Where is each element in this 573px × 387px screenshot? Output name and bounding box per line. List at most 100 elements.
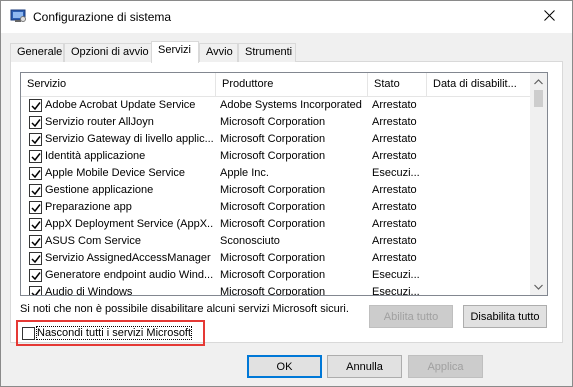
table-row[interactable]: Preparazione app Microsoft Corporation Arr…: [21, 199, 530, 216]
checkmark-icon: [31, 238, 41, 247]
checkmark-icon: [31, 136, 41, 145]
chevron-up-icon: [534, 76, 543, 88]
service-name: AppX Deployment Service (AppX...: [45, 218, 213, 230]
column-header-stato[interactable]: Stato: [368, 73, 427, 97]
table-row[interactable]: ASUS Com Service Sconosciuto Arrestato: [21, 233, 530, 250]
scroll-up-button[interactable]: [530, 73, 547, 90]
service-checkbox[interactable]: [29, 184, 42, 197]
service-name: Identità applicazione: [45, 150, 146, 162]
service-checkbox[interactable]: [29, 252, 42, 265]
service-status: Arrestato: [372, 252, 417, 264]
checkmark-icon: [31, 221, 41, 230]
microsoft-services-note: Si noti che non è possibile disabilitare…: [20, 303, 349, 315]
table-row[interactable]: Audio di Windows Microsoft Corporation Ese…: [21, 284, 530, 296]
service-vendor: Microsoft Corporation: [220, 269, 326, 281]
service-checkbox[interactable]: [29, 201, 42, 214]
tab-label: Avvio: [206, 46, 233, 58]
checkmark-icon: [31, 255, 41, 264]
service-checkbox[interactable]: [29, 99, 42, 112]
service-name: Adobe Acrobat Update Service: [45, 99, 196, 111]
table-row[interactable]: AppX Deployment Service (AppX... Microsof…: [21, 216, 530, 233]
hide-microsoft-services-label: Nascondi tutti i servizi Microsoft: [35, 326, 193, 340]
table-row[interactable]: Apple Mobile Device Service Apple Inc. Ese…: [21, 165, 530, 182]
service-status: Esecuzi...: [372, 286, 420, 296]
title-bar: Configurazione di sistema: [1, 1, 572, 33]
msconfig-app-icon: [10, 9, 26, 23]
tab-avvio[interactable]: Avvio: [199, 43, 238, 62]
service-vendor: Microsoft Corporation: [220, 252, 326, 264]
list-header: Servizio Produttore Stato Data di disabi…: [21, 73, 530, 97]
tab-opzioni-di-avvio[interactable]: Opzioni di avvio: [64, 43, 153, 62]
tab-servizi[interactable]: Servizi: [151, 41, 199, 63]
service-name: Gestione applicazione: [45, 184, 154, 196]
checkmark-icon: [31, 119, 41, 128]
tab-generale[interactable]: Generale: [10, 43, 64, 62]
column-header-label: Produttore: [222, 78, 274, 90]
table-row[interactable]: Identità applicazione Microsoft Corporati…: [21, 148, 530, 165]
checkmark-icon: [31, 187, 41, 196]
table-row[interactable]: Adobe Acrobat Update Service Adobe System…: [21, 97, 530, 114]
service-status: Esecuzi...: [372, 167, 420, 179]
checkmark-icon: [31, 289, 41, 295]
chevron-down-icon: [534, 281, 543, 293]
table-row[interactable]: Servizio router AllJoyn Microsoft Corpora…: [21, 114, 530, 131]
service-status: Arrestato: [372, 150, 417, 162]
vertical-scrollbar[interactable]: [530, 73, 547, 295]
service-vendor: Microsoft Corporation: [220, 201, 326, 213]
disable-all-button[interactable]: Disabilita tutto: [463, 305, 547, 328]
service-vendor: Microsoft Corporation: [220, 218, 326, 230]
column-header-produttore[interactable]: Produttore: [216, 73, 368, 97]
service-checkbox[interactable]: [29, 116, 42, 129]
scroll-down-button[interactable]: [530, 278, 547, 295]
ok-label: OK: [276, 360, 293, 373]
apply-button[interactable]: Applica: [408, 355, 483, 378]
service-status: Arrestato: [372, 218, 417, 230]
service-status: Arrestato: [372, 133, 417, 145]
services-list[interactable]: Servizio Produttore Stato Data di disabi…: [20, 72, 548, 296]
checkmark-icon: [31, 153, 41, 162]
column-header-servizio[interactable]: Servizio: [21, 73, 216, 97]
service-checkbox[interactable]: [29, 167, 42, 180]
apply-label: Applica: [427, 360, 464, 373]
enable-all-label: Abilita tutto: [383, 310, 439, 323]
table-row[interactable]: Generatore endpoint audio Wind... Microso…: [21, 267, 530, 284]
service-vendor: Microsoft Corporation: [220, 150, 326, 162]
column-header-data-disabilitazione[interactable]: Data di disabilit...: [427, 73, 530, 97]
service-name: ASUS Com Service: [45, 235, 141, 247]
checkmark-icon: [31, 204, 41, 213]
close-icon: [543, 9, 555, 24]
table-row[interactable]: Servizio AssignedAccessManager Microsoft …: [21, 250, 530, 267]
scrollbar-thumb[interactable]: [534, 90, 543, 107]
tab-strumenti[interactable]: Strumenti: [238, 43, 296, 62]
hide-microsoft-services-checkbox[interactable]: Nascondi tutti i servizi Microsoft: [16, 320, 205, 346]
service-vendor: Microsoft Corporation: [220, 184, 326, 196]
service-vendor: Adobe Systems Incorporated: [220, 99, 362, 111]
disable-all-label: Disabilita tutto: [470, 310, 540, 323]
service-vendor: Microsoft Corporation: [220, 133, 326, 145]
service-checkbox[interactable]: [29, 269, 42, 282]
service-name: Preparazione app: [45, 201, 132, 213]
service-status: Arrestato: [372, 116, 417, 128]
service-name: Apple Mobile Device Service: [45, 167, 186, 179]
service-checkbox[interactable]: [29, 133, 42, 146]
checkmark-icon: [31, 170, 41, 179]
ok-button[interactable]: OK: [247, 355, 322, 378]
enable-all-button[interactable]: Abilita tutto: [369, 305, 453, 328]
cancel-button[interactable]: Annulla: [327, 355, 402, 378]
table-row[interactable]: Gestione applicazione Microsoft Corporati…: [21, 182, 530, 199]
service-checkbox[interactable]: [29, 235, 42, 248]
service-checkbox[interactable]: [29, 286, 42, 295]
tab-label: Servizi: [158, 44, 192, 56]
service-checkbox[interactable]: [29, 218, 42, 231]
tab-label: Strumenti: [245, 46, 293, 58]
service-name: Generatore endpoint audio Wind...: [45, 269, 213, 281]
service-name: Servizio Gateway di livello applic...: [45, 133, 213, 145]
close-button[interactable]: [526, 1, 572, 32]
service-status: Arrestato: [372, 235, 417, 247]
window-title: Configurazione di sistema: [33, 10, 172, 24]
service-vendor: Sconosciuto: [220, 235, 280, 247]
service-status: Arrestato: [372, 184, 417, 196]
service-checkbox[interactable]: [29, 150, 42, 163]
checkbox-box[interactable]: [22, 327, 35, 340]
table-row[interactable]: Servizio Gateway di livello applic... Mic…: [21, 131, 530, 148]
